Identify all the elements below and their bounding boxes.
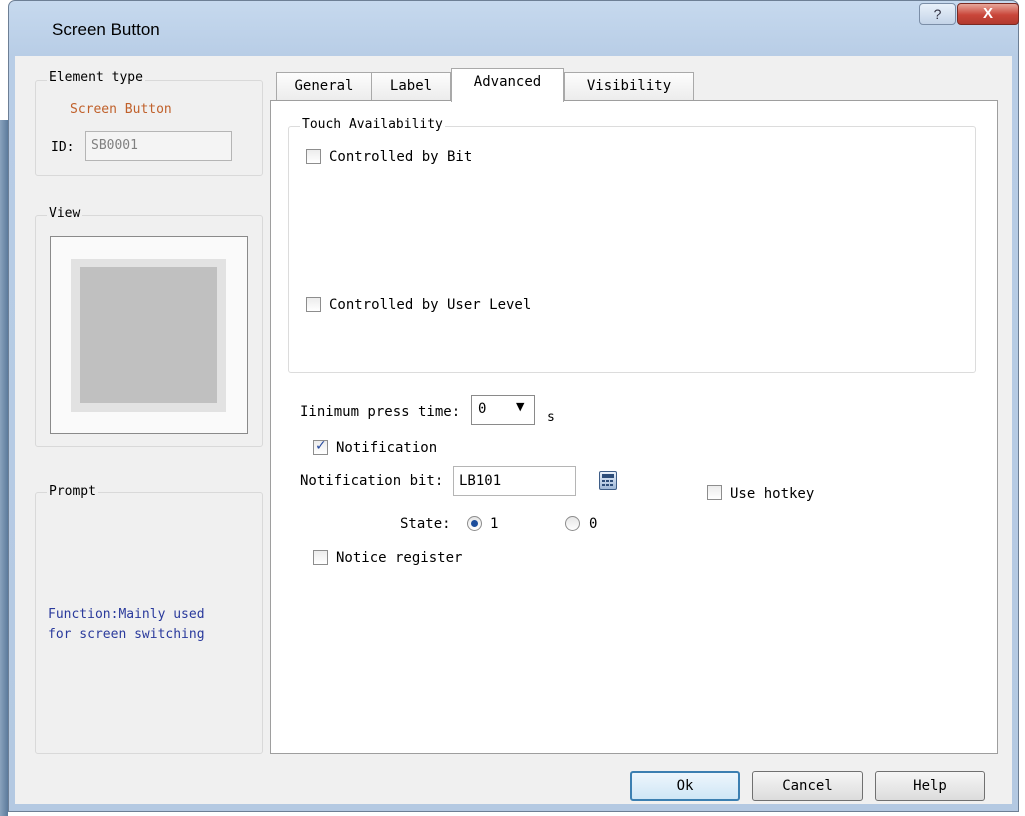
min-press-time-unit: s xyxy=(547,410,555,425)
use-hotkey-label: Use hotkey xyxy=(730,486,815,502)
preview-button xyxy=(80,267,217,403)
element-type-value: Screen Button xyxy=(70,102,172,117)
desktop-edge xyxy=(0,120,8,816)
min-press-time-label: Iinimum press time: xyxy=(300,404,461,420)
element-type-group-title: Element type xyxy=(47,70,145,85)
prompt-text-line2: for screen switching xyxy=(48,627,205,642)
state-radio-1[interactable] xyxy=(467,516,482,531)
title-bar[interactable]: Screen Button ? X xyxy=(8,0,1019,56)
notification-checkbox[interactable] xyxy=(313,438,328,455)
preview-frame xyxy=(50,236,248,434)
controlled-by-bit-checkbox[interactable] xyxy=(306,149,321,164)
min-press-time-value: 0 xyxy=(478,401,487,417)
id-field[interactable]: SB0001 xyxy=(85,131,232,161)
notice-register-checkbox[interactable] xyxy=(313,550,328,565)
help-button[interactable]: Help xyxy=(875,771,985,801)
notice-register-label: Notice register xyxy=(336,550,463,566)
tab-general[interactable]: General xyxy=(276,72,372,100)
element-type-group xyxy=(35,80,263,176)
controlled-by-user-level-checkbox[interactable] xyxy=(306,297,321,312)
controlled-by-bit-label: Controlled by Bit xyxy=(329,149,473,165)
prompt-text-line1: Function:Mainly used xyxy=(48,607,205,622)
help-icon[interactable]: ? xyxy=(919,3,956,25)
state-label: State: xyxy=(400,516,451,532)
cancel-button[interactable]: Cancel xyxy=(752,771,863,801)
touch-availability-title: Touch Availability xyxy=(300,117,445,132)
state-radio-1-label: 1 xyxy=(490,516,499,532)
min-press-time-select[interactable]: 0 ▼ xyxy=(471,395,535,425)
prompt-group-title: Prompt xyxy=(47,484,98,499)
close-icon[interactable]: X xyxy=(957,3,1019,25)
ok-button[interactable]: Ok xyxy=(630,771,740,801)
notification-label: Notification xyxy=(336,440,438,456)
address-picker-icon[interactable] xyxy=(599,471,617,490)
use-hotkey-checkbox[interactable] xyxy=(707,485,722,500)
tab-visibility[interactable]: Visibility xyxy=(564,72,694,100)
tab-advanced[interactable]: Advanced xyxy=(451,68,564,102)
window-title: Screen Button xyxy=(52,20,160,39)
prompt-group xyxy=(35,492,263,754)
notification-bit-field[interactable]: LB101 xyxy=(453,466,576,496)
state-radio-0[interactable] xyxy=(565,516,580,531)
state-radio-0-label: 0 xyxy=(589,516,598,532)
id-label: ID: xyxy=(51,140,75,155)
preview-button-border xyxy=(71,259,226,412)
notification-bit-label: Notification bit: xyxy=(300,473,444,489)
tab-label[interactable]: Label xyxy=(371,72,451,100)
view-group-title: View xyxy=(47,206,83,221)
chevron-down-icon: ▼ xyxy=(516,400,525,413)
controlled-by-user-level-label: Controlled by User Level xyxy=(329,297,532,313)
